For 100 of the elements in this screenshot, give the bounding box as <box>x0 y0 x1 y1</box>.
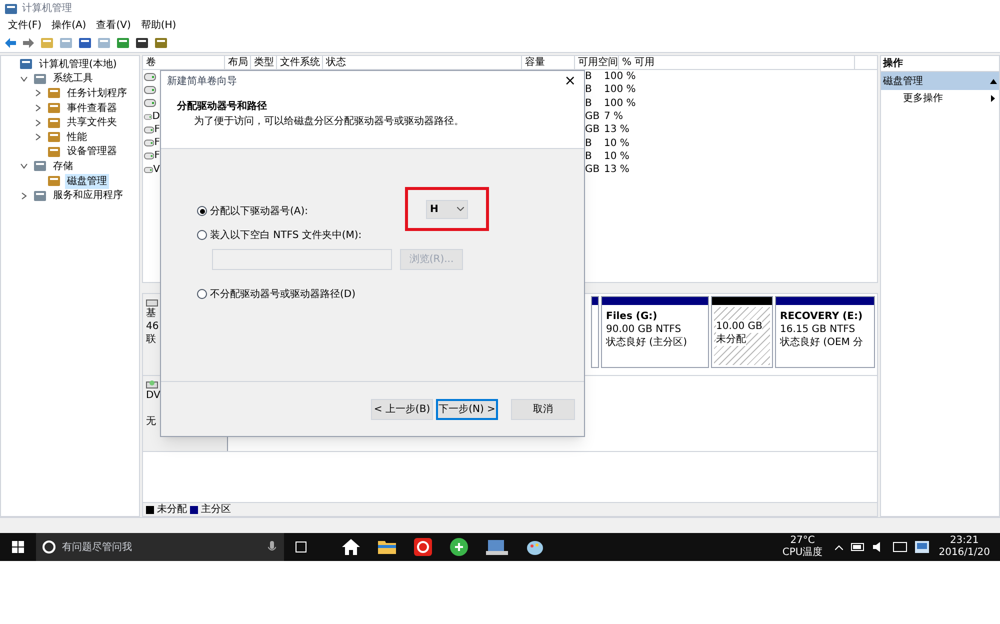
radio-label[interactable]: 装入以下空白 NTFS 文件夹中(M): <box>210 228 362 242</box>
tree-item-icon <box>47 130 61 144</box>
microphone-icon[interactable] <box>268 541 276 553</box>
partition[interactable] <box>591 296 599 368</box>
disk-label: 无 <box>146 415 157 428</box>
table-cell-text: 13 % <box>603 123 630 138</box>
plus-circle-app-icon[interactable] <box>450 538 468 556</box>
start-icon[interactable] <box>12 541 24 553</box>
tree-item-icon <box>47 144 61 159</box>
music-app-icon[interactable] <box>414 538 432 556</box>
column-header[interactable]: 容量 <box>522 56 575 69</box>
table-cell-text: 100 % <box>603 96 636 111</box>
drive-icon <box>144 99 156 108</box>
actions-section[interactable]: 磁盘管理 <box>881 72 999 90</box>
menu-item[interactable]: 查看(V) <box>96 18 131 32</box>
paint-palette-icon[interactable] <box>526 538 544 556</box>
tree-item[interactable]: 计算机管理(本地) <box>37 56 119 72</box>
tree-item[interactable]: 设备管理器 <box>65 144 119 160</box>
unallocated-partition[interactable]: 10.00 GB 未分配 <box>711 296 773 368</box>
tree-item[interactable]: 任务计划程序 <box>65 86 129 101</box>
partition-size: 90.00 GB NTFS <box>606 323 682 336</box>
table-cell-text: GB <box>585 110 600 124</box>
task-view-icon[interactable] <box>294 541 308 553</box>
table-cell-text: GB <box>585 163 600 178</box>
table-cell: F <box>154 138 160 148</box>
menu-item[interactable]: 帮助(H) <box>140 18 176 32</box>
column-header[interactable]: 状态 <box>323 56 522 69</box>
tree-item[interactable]: 系统工具 <box>51 71 95 86</box>
drive-icon <box>144 139 154 148</box>
submenu-arrow-icon <box>991 94 995 102</box>
folder-icon[interactable] <box>378 539 396 555</box>
column-header[interactable]: % 可用 <box>619 56 855 69</box>
expander-icon[interactable] <box>20 74 28 83</box>
partition[interactable]: Files (G:) 90.00 GB NTFS 状态良好 (主分区) <box>601 296 709 368</box>
wizard-button[interactable]: 下一步(N) > <box>436 398 498 420</box>
partition-status: 状态良好 (主分区) <box>606 336 687 349</box>
partition[interactable]: RECOVERY (E:) 16.15 GB NTFS 状态良好 (OEM 分 <box>775 296 875 368</box>
radio-label[interactable]: 不分配驱动器号或驱动器路径(D) <box>210 286 356 302</box>
drive-letter-dropdown[interactable]: H <box>426 200 468 218</box>
clock-date[interactable]: 2016/1/20 <box>938 547 990 559</box>
back-icon[interactable] <box>4 36 17 48</box>
expander-icon[interactable] <box>20 162 28 170</box>
table-cell: F <box>154 151 160 162</box>
column-header[interactable]: 布局 <box>225 56 251 69</box>
menu-item[interactable]: 文件(F) <box>8 18 42 32</box>
expander-icon[interactable] <box>34 118 42 127</box>
disc-drive-icon <box>146 380 158 389</box>
radio-button[interactable] <box>197 289 207 299</box>
table-cell-text: B <box>585 136 593 151</box>
tree-item[interactable]: 事件查看器 <box>65 100 119 116</box>
legend-label: 未分配 <box>157 502 187 517</box>
search-field[interactable]: 有问题尽管问我 <box>36 533 284 561</box>
forward-icon[interactable] <box>22 36 35 48</box>
wizard-heading: 分配驱动器号和路径 <box>177 100 268 114</box>
close-button[interactable]: × <box>562 74 578 88</box>
tree-item[interactable]: 共享文件夹 <box>65 115 119 130</box>
column-header[interactable]: 卷 <box>143 56 225 69</box>
tree-item-icon <box>33 72 47 86</box>
column-header[interactable]: 文件系统 <box>277 56 323 69</box>
table-cell-text: B <box>585 83 593 98</box>
expander-icon[interactable] <box>34 89 42 98</box>
column-header[interactable]: 可用空间 <box>575 56 619 69</box>
expander-icon[interactable] <box>34 133 42 142</box>
home-icon[interactable] <box>342 539 360 555</box>
wizard-button[interactable]: < 上一步(B) <box>371 398 433 420</box>
drive-icon <box>144 152 154 160</box>
radio-button[interactable] <box>197 206 207 216</box>
temperature-label: CPU温度 <box>782 547 823 559</box>
tree-item-icon <box>33 159 47 174</box>
drive-icon <box>144 112 152 121</box>
dropdown-value: H <box>430 202 438 216</box>
wizard-subtitle: 为了便于访问，可以给磁盘分区分配驱动器号或驱动器路径。 <box>194 114 465 129</box>
battery-icon[interactable] <box>850 543 865 551</box>
column-header[interactable]: 类型 <box>251 56 277 69</box>
tree-item[interactable]: 服务和应用程序 <box>51 188 125 204</box>
expander-icon[interactable] <box>34 104 42 112</box>
collapse-icon[interactable] <box>990 78 997 84</box>
clock-time[interactable]: 23:21 <box>950 535 979 547</box>
radio-label[interactable]: 分配以下驱动器号(A): <box>210 204 308 218</box>
tray-chevron-icon[interactable] <box>834 544 843 550</box>
tree-item[interactable]: 存储 <box>51 158 75 174</box>
computer-management-icon[interactable] <box>486 538 508 556</box>
menu-item[interactable]: 操作(A) <box>52 18 86 32</box>
table-cell-text: 100 % <box>603 70 636 84</box>
radio-button[interactable] <box>197 230 207 240</box>
tree-item-icon <box>47 116 61 130</box>
partition-status: 状态良好 (OEM 分 <box>780 336 864 349</box>
table-cell-text: B <box>585 150 593 164</box>
chevron-down-icon <box>457 207 464 211</box>
wizard-button[interactable]: 取消 <box>511 398 575 420</box>
tree-item[interactable]: 磁盘管理 <box>65 174 109 189</box>
action-link[interactable]: 更多操作 <box>903 90 943 106</box>
temperature-reading: 27°C <box>790 535 815 546</box>
table-cell-text: GB <box>585 123 600 138</box>
tree-item[interactable]: 性能 <box>65 130 89 145</box>
table-cell-text: 10 % <box>603 136 630 151</box>
drive-icon <box>144 72 156 81</box>
expander-icon[interactable] <box>20 192 28 200</box>
dialog-title: 新建简单卷向导 <box>167 74 237 88</box>
drive-icon <box>144 126 154 134</box>
